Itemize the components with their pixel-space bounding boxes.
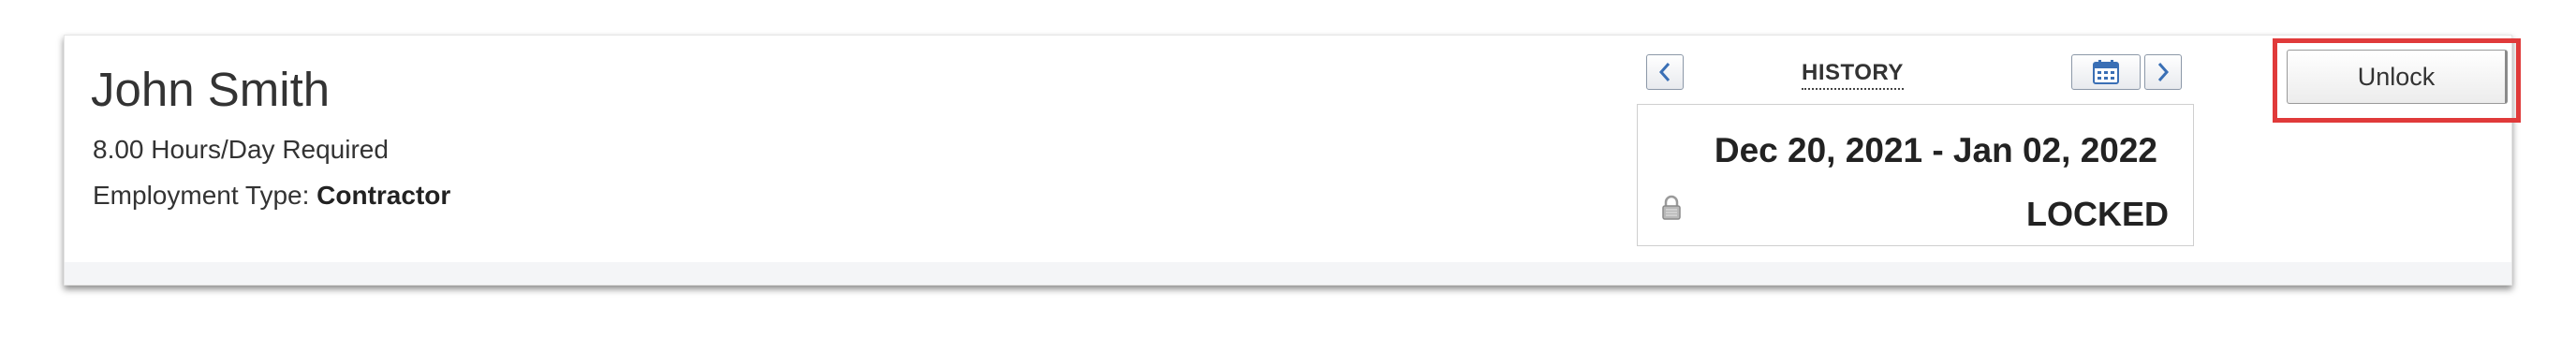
- timesheet-header-card: John Smith 8.00 Hours/Day Required Emplo…: [64, 35, 2521, 286]
- next-period-button[interactable]: [2144, 54, 2182, 90]
- employment-type-value: Contractor: [316, 181, 451, 210]
- employment-type-label: Employment Type:: [93, 181, 310, 210]
- lock-icon: [1662, 195, 1681, 220]
- pay-period-panel: Dec 20, 2021 - Jan 02, 2022 LOCKED: [1637, 104, 2194, 246]
- calendar-icon: [2093, 60, 2119, 84]
- chevron-left-icon: [1658, 63, 1671, 81]
- unlock-button[interactable]: Unlock: [2287, 50, 2508, 104]
- period-date-range: Dec 20, 2021 - Jan 02, 2022: [1714, 131, 2157, 169]
- previous-period-button[interactable]: [1646, 54, 1684, 90]
- history-link[interactable]: HISTORY: [1802, 60, 1904, 90]
- employee-name: John Smith: [91, 63, 331, 116]
- employment-type: Employment Type: Contractor: [93, 181, 450, 211]
- chevron-right-icon: [2157, 63, 2170, 81]
- lock-status: LOCKED: [2026, 195, 2169, 233]
- card-footer: [65, 262, 2511, 285]
- hours-required: 8.00 Hours/Day Required: [93, 135, 389, 164]
- calendar-button[interactable]: [2071, 54, 2141, 90]
